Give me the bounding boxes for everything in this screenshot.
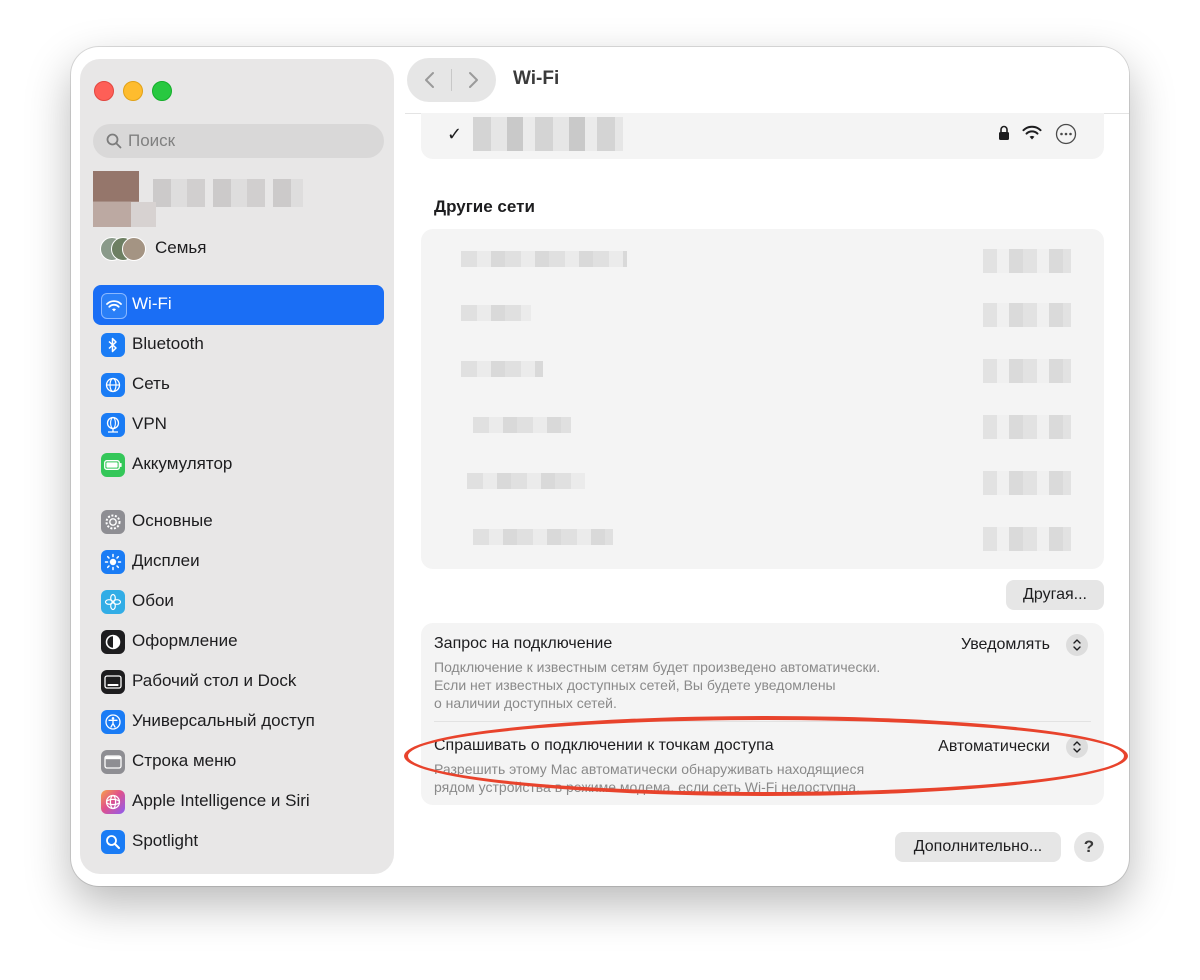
sidebar-item-label: Дисплеи xyxy=(132,551,200,570)
wifi-icon xyxy=(101,293,127,319)
sidebar: Поиск Семья Wi-Fi Bluetooth Сеть VPN Акк… xyxy=(80,59,394,874)
sun-icon xyxy=(101,550,125,574)
description-line: Подключение к известным сетям будет прои… xyxy=(434,659,881,675)
page-title: Wi-Fi xyxy=(513,68,560,89)
ask-hotspots-description: Разрешить этому Mac автоматически обнару… xyxy=(434,760,934,796)
forward-chevron-icon[interactable] xyxy=(462,69,484,91)
network-row[interactable] xyxy=(421,347,1104,397)
family-avatars xyxy=(100,237,148,261)
ask-to-join-stepper[interactable] xyxy=(1066,634,1088,656)
settings-window: Поиск Семья Wi-Fi Bluetooth Сеть VPN Акк… xyxy=(71,47,1129,886)
advanced-button[interactable]: Дополнительно... xyxy=(895,832,1061,862)
description-line: Если нет известных доступных сетей, Вы б… xyxy=(434,677,836,693)
search-icon xyxy=(106,133,122,149)
sidebar-item-vpn[interactable]: VPN xyxy=(93,405,384,445)
sidebar-item-label: Аккумулятор xyxy=(132,454,233,473)
divider xyxy=(434,721,1091,722)
ask-hotspots-stepper[interactable] xyxy=(1066,736,1088,758)
sidebar-item-label: Bluetooth xyxy=(132,334,204,353)
sidebar-item-wallpaper[interactable]: Обои xyxy=(93,582,384,622)
toolbar: Wi-Fi xyxy=(405,47,1129,114)
zoom-window-button[interactable] xyxy=(152,81,172,101)
sidebar-item-label: Apple Intelligence и Siri xyxy=(132,791,310,810)
sidebar-item-label: Оформление xyxy=(132,631,238,650)
dock-icon xyxy=(101,670,125,694)
family-label: Семья xyxy=(155,238,207,257)
other-networks-heading: Другие сети xyxy=(434,197,535,216)
network-row[interactable] xyxy=(421,403,1104,453)
sidebar-item-desktop-dock[interactable]: Рабочий стол и Dock xyxy=(93,662,384,702)
sidebar-item-label: Рабочий стол и Dock xyxy=(132,671,297,690)
ask-to-join-value[interactable]: Уведомлять xyxy=(961,636,1050,654)
checkmark-icon: ✓ xyxy=(447,124,463,144)
sidebar-item-battery[interactable]: Аккумулятор xyxy=(93,445,384,485)
search-placeholder: Поиск xyxy=(128,131,176,150)
back-chevron-icon[interactable] xyxy=(419,69,441,91)
wifi-options-card: Запрос на подключение Подключение к изве… xyxy=(421,623,1104,805)
other-networks-list xyxy=(421,229,1104,569)
sidebar-item-label: VPN xyxy=(132,414,167,433)
gear-icon xyxy=(101,510,125,534)
sidebar-item-spotlight[interactable]: Spotlight xyxy=(93,822,384,862)
chevron-updown-icon xyxy=(1073,741,1081,753)
sidebar-item-label: Spotlight xyxy=(132,831,199,850)
ask-to-join-title: Запрос на подключение xyxy=(434,635,613,652)
description-line: Разрешить этому Mac автоматически обнару… xyxy=(434,761,865,777)
sidebar-item-displays[interactable]: Дисплеи xyxy=(93,542,384,582)
sidebar-item-label: Сеть xyxy=(132,374,170,393)
sidebar-item-label: Основные xyxy=(132,511,213,530)
more-options-icon[interactable] xyxy=(1055,123,1077,145)
sidebar-item-label: Строка меню xyxy=(132,751,237,770)
sidebar-item-label: Обои xyxy=(132,591,174,610)
sidebar-item-appearance[interactable]: Оформление xyxy=(93,622,384,662)
sidebar-item-wifi[interactable]: Wi-Fi xyxy=(93,285,384,325)
ask-hotspots-title: Спрашивать о подключении к точкам доступ… xyxy=(434,737,774,754)
nav-separator xyxy=(451,69,452,91)
minimize-window-button[interactable] xyxy=(123,81,143,101)
wifi-signal-icon xyxy=(1022,125,1042,140)
description-line: рядом устройства в режиме модема, если с… xyxy=(434,779,861,795)
network-row[interactable] xyxy=(421,459,1104,509)
search-field[interactable]: Поиск xyxy=(93,124,384,158)
accessibility-icon xyxy=(101,710,125,734)
menubar-icon xyxy=(101,750,125,774)
close-window-button[interactable] xyxy=(94,81,114,101)
lock-icon xyxy=(999,125,1009,140)
sidebar-item-apple-intelligence-siri[interactable]: Apple Intelligence и Siri xyxy=(93,782,384,822)
help-button[interactable]: ? xyxy=(1074,832,1104,862)
globe-icon xyxy=(101,373,125,397)
sidebar-item-label: Wi-Fi xyxy=(132,294,172,313)
bluetooth-icon xyxy=(101,333,125,357)
sidebar-item-general[interactable]: Основные xyxy=(93,502,384,542)
navigation-buttons xyxy=(407,58,496,102)
current-network-row[interactable]: ✓ xyxy=(421,113,1104,159)
sidebar-item-bluetooth[interactable]: Bluetooth xyxy=(93,325,384,365)
sidebar-item-network[interactable]: Сеть xyxy=(93,365,384,405)
chevron-updown-icon xyxy=(1073,639,1081,651)
description-line: о наличии доступных сетей. xyxy=(434,695,617,711)
flower-icon xyxy=(101,590,125,614)
siri-icon xyxy=(101,790,125,814)
ask-to-join-description: Подключение к известным сетям будет прои… xyxy=(434,658,934,712)
network-row[interactable] xyxy=(421,237,1104,287)
vpn-globe-icon xyxy=(101,413,125,437)
other-network-button[interactable]: Другая... xyxy=(1006,580,1104,610)
network-row[interactable] xyxy=(421,515,1104,565)
avatar xyxy=(122,237,146,261)
network-row[interactable] xyxy=(421,291,1104,341)
sidebar-item-accessibility[interactable]: Универсальный доступ xyxy=(93,702,384,742)
magnifier-icon xyxy=(101,830,125,854)
sidebar-item-menu-bar[interactable]: Строка меню xyxy=(93,742,384,782)
sidebar-item-label: Универсальный доступ xyxy=(132,711,315,730)
apple-account-blurred[interactable] xyxy=(93,171,303,227)
battery-icon xyxy=(101,453,125,477)
appearance-icon xyxy=(101,630,125,654)
network-name-blurred xyxy=(473,117,623,151)
ask-hotspots-value[interactable]: Автоматически xyxy=(938,738,1050,756)
